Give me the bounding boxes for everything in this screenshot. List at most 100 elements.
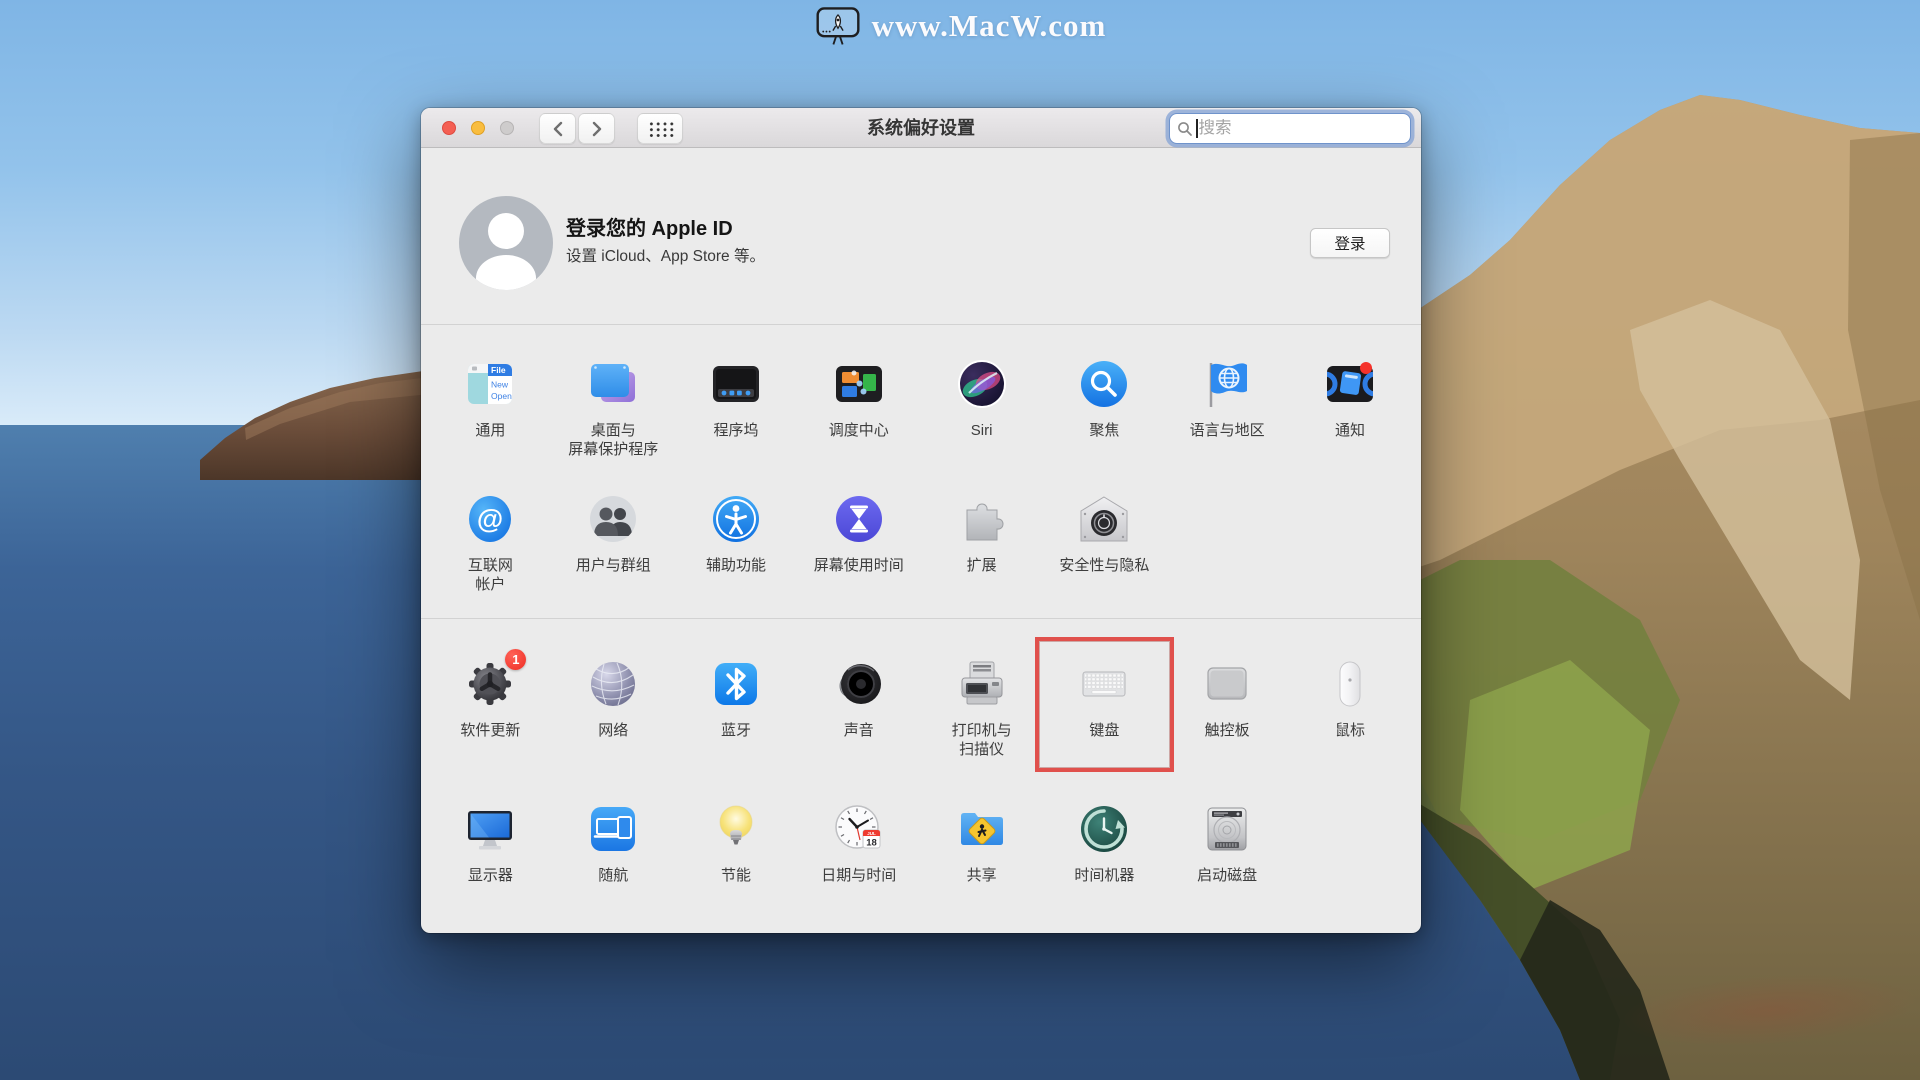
pref-language-region[interactable]: 语言与地区 (1166, 355, 1289, 480)
watermark-text: www.MacW.com (872, 8, 1107, 44)
pref-displays[interactable]: 显示器 (429, 800, 552, 925)
pref-desktop-screensaver[interactable]: 桌面与屏幕保护程序 (552, 355, 675, 480)
pref-label: 通知 (1335, 421, 1365, 440)
language-region-icon (1198, 355, 1256, 413)
accessibility-icon (707, 490, 765, 548)
pref-trackpad[interactable]: 触控板 (1166, 655, 1289, 780)
pref-label: 触控板 (1205, 721, 1250, 740)
pref-label: 鼠标 (1335, 721, 1365, 740)
pref-label: 显示器 (468, 866, 513, 885)
pref-label: 聚焦 (1089, 421, 1119, 440)
svg-text:@: @ (477, 504, 503, 534)
pref-sidecar[interactable]: 随航 (552, 800, 675, 925)
sidecar-icon (584, 800, 642, 858)
pref-date-time[interactable]: JUL 18 日期与时间 (797, 800, 920, 925)
pref-network[interactable]: 网络 (552, 655, 675, 780)
pref-users-groups[interactable]: 用户与群组 (552, 490, 675, 615)
pref-row-1: File NewOpen 通用 桌面与屏幕保护程序 程序坞 调度中心 Siri 聚焦 语言与地区… (429, 355, 1413, 480)
pref-mission-control[interactable]: 调度中心 (797, 355, 920, 480)
general-icon: File NewOpen (461, 355, 519, 413)
pref-dock[interactable]: 程序坞 (675, 355, 798, 480)
notifications-icon (1321, 355, 1379, 413)
svg-text:File: File (491, 365, 506, 375)
trackpad-icon (1198, 655, 1256, 713)
pref-bluetooth[interactable]: 蓝牙 (675, 655, 798, 780)
mission-control-icon (830, 355, 888, 413)
pref-security-privacy[interactable]: 安全性与隐私 (1043, 490, 1166, 615)
network-icon (584, 655, 642, 713)
internet-accounts-icon: @ (461, 490, 519, 548)
energy-saver-icon (707, 800, 765, 858)
pref-siri[interactable]: Siri (920, 355, 1043, 480)
printers-scanners-icon (953, 655, 1011, 713)
mouse-icon (1321, 655, 1379, 713)
pref-general[interactable]: File NewOpen 通用 (429, 355, 552, 480)
update-count-badge: 1 (505, 649, 526, 670)
date-time-icon: JUL 18 (830, 800, 888, 858)
pref-label: 打印机与扫描仪 (952, 721, 1012, 759)
pref-label: 安全性与隐私 (1059, 556, 1149, 575)
pref-extensions[interactable]: 扩展 (920, 490, 1043, 615)
site-watermark: www.MacW.com (0, 4, 1920, 48)
pref-row-3: 1 软件更新 网络 蓝牙 声音 打印机与扫描仪 键盘 触控板 鼠标 (429, 655, 1413, 780)
desktop-screensaver-icon (584, 355, 642, 413)
pref-mouse[interactable]: 鼠标 (1289, 655, 1412, 780)
sharing-icon (953, 800, 1011, 858)
security-privacy-icon (1075, 490, 1133, 548)
keyboard-icon (1075, 655, 1133, 713)
pref-energy-saver[interactable]: 节能 (675, 800, 798, 925)
pref-printers-scanners[interactable]: 打印机与扫描仪 (920, 655, 1043, 780)
macw-logo-icon (814, 4, 862, 48)
pref-label: 用户与群组 (576, 556, 651, 575)
pref-label: 通用 (475, 421, 505, 440)
pref-label: 蓝牙 (721, 721, 751, 740)
pref-internet-accounts[interactable]: @ 互联网帐户 (429, 490, 552, 615)
system-preferences-window: 系统偏好设置 登录您的 Apple ID 设置 iCloud、App Store… (421, 108, 1421, 933)
pref-sharing[interactable]: 共享 (920, 800, 1043, 925)
pref-label: 共享 (967, 866, 997, 885)
pref-software-update[interactable]: 1 软件更新 (429, 655, 552, 780)
sound-icon (830, 655, 888, 713)
pref-grid: File NewOpen 通用 桌面与屏幕保护程序 程序坞 调度中心 Siri 聚焦 语言与地区… (429, 108, 1413, 933)
pref-label: 程序坞 (713, 421, 758, 440)
pref-row-4: 显示器 随航 节能 JUL 18 日期与时间 共享 时间机器 启动磁盘 (429, 800, 1413, 925)
siri-icon (953, 355, 1011, 413)
dock-icon (707, 355, 765, 413)
pref-label: 启动磁盘 (1197, 866, 1257, 885)
pref-notifications[interactable]: 通知 (1289, 355, 1412, 480)
pref-keyboard[interactable]: 键盘 (1043, 655, 1166, 780)
pref-time-machine[interactable]: 时间机器 (1043, 800, 1166, 925)
time-machine-icon (1075, 800, 1133, 858)
users-groups-icon (584, 490, 642, 548)
pref-spotlight[interactable]: 聚焦 (1043, 355, 1166, 480)
bluetooth-icon (707, 655, 765, 713)
left-headland (0, 350, 430, 480)
svg-text:JUL: JUL (867, 831, 876, 836)
pref-label: 节能 (721, 866, 751, 885)
startup-disk-icon (1198, 800, 1256, 858)
pref-screen-time[interactable]: 屏幕使用时间 (797, 490, 920, 615)
pref-startup-disk[interactable]: 启动磁盘 (1166, 800, 1289, 925)
extensions-icon (953, 490, 1011, 548)
svg-text:18: 18 (866, 838, 877, 849)
pref-label: 声音 (844, 721, 874, 740)
pref-label: 语言与地区 (1190, 421, 1265, 440)
software-update-icon: 1 (461, 655, 519, 713)
displays-icon (461, 800, 519, 858)
svg-text:New: New (491, 380, 509, 390)
pref-label: 辅助功能 (706, 556, 766, 575)
pref-label: 桌面与屏幕保护程序 (568, 421, 658, 459)
svg-text:Open: Open (491, 391, 512, 401)
pref-label: 调度中心 (829, 421, 889, 440)
pref-label: 互联网帐户 (468, 556, 513, 594)
pref-label: 软件更新 (460, 721, 520, 740)
pref-label: 网络 (598, 721, 628, 740)
pref-sound[interactable]: 声音 (797, 655, 920, 780)
pref-label: Siri (971, 421, 993, 440)
pref-accessibility[interactable]: 辅助功能 (675, 490, 798, 615)
pref-label: 键盘 (1089, 721, 1119, 740)
pref-label: 随航 (598, 866, 628, 885)
pref-label: 日期与时间 (821, 866, 896, 885)
screen-time-icon (830, 490, 888, 548)
pref-label: 时间机器 (1074, 866, 1134, 885)
